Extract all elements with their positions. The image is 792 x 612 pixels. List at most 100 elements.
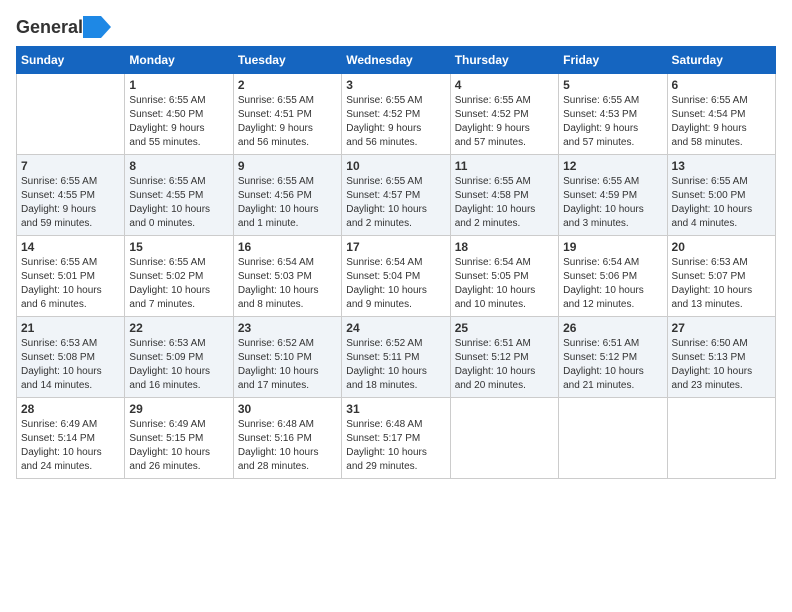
day-info: Sunrise: 6:55 AM Sunset: 4:50 PM Dayligh… (129, 94, 228, 150)
calendar-cell: 8 Sunrise: 6:55 AM Sunset: 4:55 PM Daylig… (125, 155, 233, 236)
day-number: 11 (455, 159, 554, 173)
day-number: 20 (672, 240, 771, 254)
day-info: Sunrise: 6:49 AM Sunset: 5:14 PM Dayligh… (21, 418, 120, 474)
day-number: 30 (238, 402, 337, 416)
weekday-header-row: SundayMondayTuesdayWednesdayThursdayFrid… (17, 47, 776, 74)
page-header: General (16, 16, 776, 34)
day-info: Sunrise: 6:55 AM Sunset: 4:55 PM Dayligh… (129, 175, 228, 231)
day-info: Sunrise: 6:55 AM Sunset: 5:00 PM Dayligh… (672, 175, 771, 231)
day-info: Sunrise: 6:54 AM Sunset: 5:06 PM Dayligh… (563, 256, 662, 312)
calendar-week-row: 21 Sunrise: 6:53 AM Sunset: 5:08 PM Dayli… (17, 317, 776, 398)
weekday-header-sunday: Sunday (17, 47, 125, 74)
day-info: Sunrise: 6:51 AM Sunset: 5:12 PM Dayligh… (563, 337, 662, 393)
day-info: Sunrise: 6:50 AM Sunset: 5:13 PM Dayligh… (672, 337, 771, 393)
day-info: Sunrise: 6:49 AM Sunset: 5:15 PM Dayligh… (129, 418, 228, 474)
day-number: 21 (21, 321, 120, 335)
day-number: 28 (21, 402, 120, 416)
weekday-header-saturday: Saturday (667, 47, 775, 74)
day-number: 1 (129, 78, 228, 92)
day-number: 7 (21, 159, 120, 173)
day-info: Sunrise: 6:48 AM Sunset: 5:16 PM Dayligh… (238, 418, 337, 474)
day-info: Sunrise: 6:53 AM Sunset: 5:08 PM Dayligh… (21, 337, 120, 393)
day-number: 25 (455, 321, 554, 335)
calendar-cell: 21 Sunrise: 6:53 AM Sunset: 5:08 PM Dayli… (17, 317, 125, 398)
calendar-cell: 1 Sunrise: 6:55 AM Sunset: 4:50 PM Daylig… (125, 74, 233, 155)
calendar-cell: 12 Sunrise: 6:55 AM Sunset: 4:59 PM Dayli… (559, 155, 667, 236)
day-number: 19 (563, 240, 662, 254)
calendar-cell (559, 398, 667, 479)
day-number: 8 (129, 159, 228, 173)
day-info: Sunrise: 6:55 AM Sunset: 4:52 PM Dayligh… (455, 94, 554, 150)
day-info: Sunrise: 6:52 AM Sunset: 5:11 PM Dayligh… (346, 337, 445, 393)
calendar-cell: 7 Sunrise: 6:55 AM Sunset: 4:55 PM Daylig… (17, 155, 125, 236)
day-number: 5 (563, 78, 662, 92)
day-number: 15 (129, 240, 228, 254)
weekday-header-wednesday: Wednesday (342, 47, 450, 74)
calendar-cell: 2Sunrise: 6:55 AM Sunset: 4:51 PM Daylig… (233, 74, 341, 155)
day-info: Sunrise: 6:52 AM Sunset: 5:10 PM Dayligh… (238, 337, 337, 393)
day-number: 2 (238, 78, 337, 92)
calendar-cell: 18 Sunrise: 6:54 AM Sunset: 5:05 PM Dayli… (450, 236, 558, 317)
calendar-cell: 26 Sunrise: 6:51 AM Sunset: 5:12 PM Dayli… (559, 317, 667, 398)
calendar-cell: 24Sunrise: 6:52 AM Sunset: 5:11 PM Dayli… (342, 317, 450, 398)
calendar-week-row: 7 Sunrise: 6:55 AM Sunset: 4:55 PM Daylig… (17, 155, 776, 236)
day-info: Sunrise: 6:54 AM Sunset: 5:05 PM Dayligh… (455, 256, 554, 312)
calendar-cell: 31Sunrise: 6:48 AM Sunset: 5:17 PM Dayli… (342, 398, 450, 479)
day-number: 12 (563, 159, 662, 173)
day-info: Sunrise: 6:53 AM Sunset: 5:09 PM Dayligh… (129, 337, 228, 393)
day-number: 31 (346, 402, 445, 416)
day-number: 27 (672, 321, 771, 335)
calendar-cell: 28 Sunrise: 6:49 AM Sunset: 5:14 PM Dayli… (17, 398, 125, 479)
calendar-cell: 17 Sunrise: 6:54 AM Sunset: 5:04 PM Dayli… (342, 236, 450, 317)
calendar-cell: 15 Sunrise: 6:55 AM Sunset: 5:02 PM Dayli… (125, 236, 233, 317)
weekday-header-thursday: Thursday (450, 47, 558, 74)
day-info: Sunrise: 6:54 AM Sunset: 5:04 PM Dayligh… (346, 256, 445, 312)
calendar-cell: 6 Sunrise: 6:55 AM Sunset: 4:54 PM Daylig… (667, 74, 775, 155)
day-info: Sunrise: 6:55 AM Sunset: 4:52 PM Dayligh… (346, 94, 445, 150)
day-number: 17 (346, 240, 445, 254)
day-info: Sunrise: 6:55 AM Sunset: 4:57 PM Dayligh… (346, 175, 445, 231)
calendar-cell (17, 74, 125, 155)
calendar-cell: 14 Sunrise: 6:55 AM Sunset: 5:01 PM Dayli… (17, 236, 125, 317)
day-info: Sunrise: 6:55 AM Sunset: 4:55 PM Dayligh… (21, 175, 120, 231)
day-info: Sunrise: 6:53 AM Sunset: 5:07 PM Dayligh… (672, 256, 771, 312)
calendar-cell: 5Sunrise: 6:55 AM Sunset: 4:53 PM Daylig… (559, 74, 667, 155)
logo: General (16, 16, 111, 34)
day-number: 13 (672, 159, 771, 173)
calendar-cell: 22 Sunrise: 6:53 AM Sunset: 5:09 PM Dayli… (125, 317, 233, 398)
day-number: 23 (238, 321, 337, 335)
day-number: 26 (563, 321, 662, 335)
day-number: 6 (672, 78, 771, 92)
calendar-cell: 23 Sunrise: 6:52 AM Sunset: 5:10 PM Dayli… (233, 317, 341, 398)
day-number: 14 (21, 240, 120, 254)
calendar-cell: 30 Sunrise: 6:48 AM Sunset: 5:16 PM Dayli… (233, 398, 341, 479)
day-info: Sunrise: 6:55 AM Sunset: 5:02 PM Dayligh… (129, 256, 228, 312)
day-number: 9 (238, 159, 337, 173)
day-number: 18 (455, 240, 554, 254)
weekday-header-monday: Monday (125, 47, 233, 74)
calendar-cell: 27 Sunrise: 6:50 AM Sunset: 5:13 PM Dayli… (667, 317, 775, 398)
calendar-cell: 29 Sunrise: 6:49 AM Sunset: 5:15 PM Dayli… (125, 398, 233, 479)
day-number: 16 (238, 240, 337, 254)
day-number: 22 (129, 321, 228, 335)
calendar-week-row: 28 Sunrise: 6:49 AM Sunset: 5:14 PM Dayli… (17, 398, 776, 479)
calendar-cell: 4 Sunrise: 6:55 AM Sunset: 4:52 PM Daylig… (450, 74, 558, 155)
day-info: Sunrise: 6:55 AM Sunset: 4:59 PM Dayligh… (563, 175, 662, 231)
day-number: 29 (129, 402, 228, 416)
day-info: Sunrise: 6:54 AM Sunset: 5:03 PM Dayligh… (238, 256, 337, 312)
day-number: 4 (455, 78, 554, 92)
calendar-table: SundayMondayTuesdayWednesdayThursdayFrid… (16, 46, 776, 479)
calendar-cell: 11Sunrise: 6:55 AM Sunset: 4:58 PM Dayli… (450, 155, 558, 236)
calendar-week-row: 1 Sunrise: 6:55 AM Sunset: 4:50 PM Daylig… (17, 74, 776, 155)
day-number: 3 (346, 78, 445, 92)
weekday-header-friday: Friday (559, 47, 667, 74)
calendar-cell: 13 Sunrise: 6:55 AM Sunset: 5:00 PM Dayli… (667, 155, 775, 236)
logo-icon (83, 16, 111, 38)
calendar-cell: 10Sunrise: 6:55 AM Sunset: 4:57 PM Dayli… (342, 155, 450, 236)
day-info: Sunrise: 6:55 AM Sunset: 4:54 PM Dayligh… (672, 94, 771, 150)
day-info: Sunrise: 6:51 AM Sunset: 5:12 PM Dayligh… (455, 337, 554, 393)
calendar-cell: 25 Sunrise: 6:51 AM Sunset: 5:12 PM Dayli… (450, 317, 558, 398)
calendar-week-row: 14 Sunrise: 6:55 AM Sunset: 5:01 PM Dayli… (17, 236, 776, 317)
calendar-cell: 19 Sunrise: 6:54 AM Sunset: 5:06 PM Dayli… (559, 236, 667, 317)
day-info: Sunrise: 6:55 AM Sunset: 5:01 PM Dayligh… (21, 256, 120, 312)
